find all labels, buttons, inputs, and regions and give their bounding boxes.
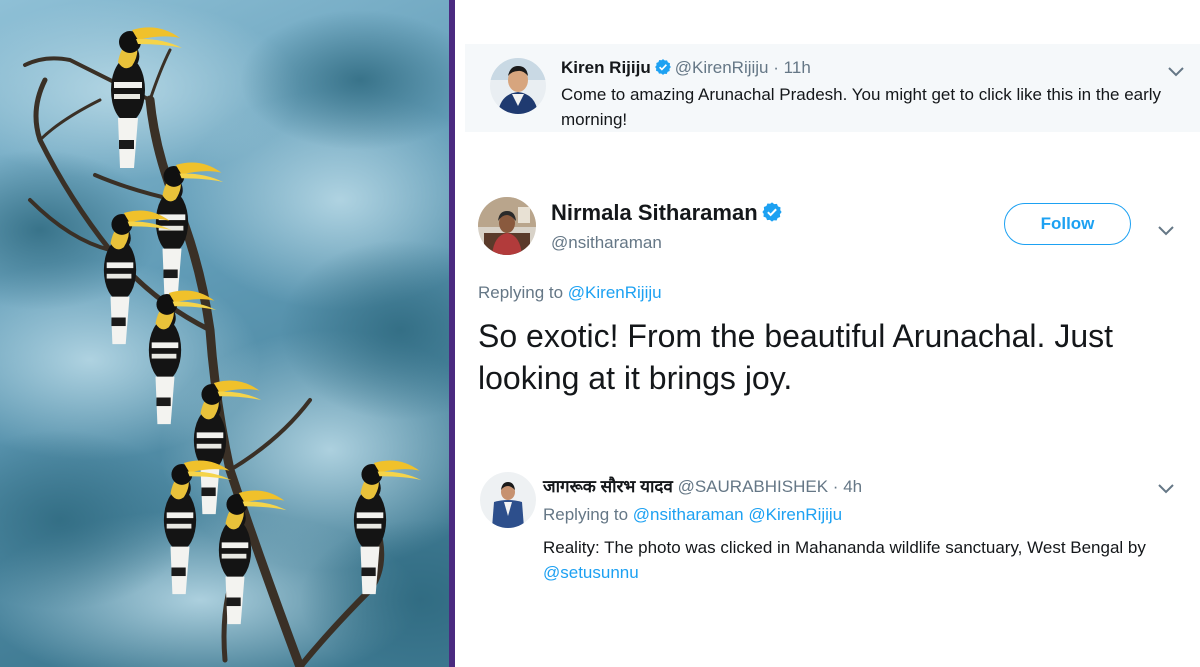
- chevron-down-icon[interactable]: [1168, 64, 1184, 82]
- tweet-time[interactable]: 11h: [784, 58, 811, 77]
- tweet-text: Come to amazing Arunachal Pradesh. You m…: [561, 85, 1162, 129]
- author-handle[interactable]: @SAURABHISHEK: [678, 477, 828, 496]
- hornbills-photo: [0, 0, 449, 667]
- separator-dot: ·: [832, 477, 839, 496]
- replying-to: Replying to @KirenRijiju: [478, 283, 662, 303]
- author-name[interactable]: जागरूक सौरभ यादव: [543, 477, 673, 496]
- avatar[interactable]: [480, 472, 536, 528]
- reply-mention-link[interactable]: @nsitharaman: [633, 505, 744, 524]
- verified-badge-icon: [654, 58, 672, 81]
- tweet-time[interactable]: 4h: [843, 477, 862, 496]
- avatar[interactable]: [478, 197, 536, 255]
- author-name[interactable]: Nirmala Sitharaman: [551, 200, 758, 225]
- chevron-down-icon[interactable]: [1158, 223, 1174, 241]
- tweet-text: Reality: The photo was clicked in Mahana…: [543, 535, 1183, 585]
- tweets-panel: Kiren Rijiju @KirenRijiju · 11h Come to a…: [455, 0, 1200, 667]
- verified-badge-icon: [761, 201, 783, 229]
- chevron-down-icon[interactable]: [1158, 481, 1174, 499]
- tweet1-header: Kiren Rijiju @KirenRijiju · 11h: [561, 58, 811, 81]
- tweet2-author: Nirmala Sitharaman: [551, 200, 786, 229]
- tweet-body: Reality: The photo was clicked in Mahana…: [543, 538, 1146, 557]
- reply-mention-link[interactable]: @KirenRijiju: [748, 505, 842, 524]
- replying-prefix: Replying to: [478, 283, 564, 302]
- avatar[interactable]: [490, 58, 546, 114]
- replying-prefix: Replying to: [543, 505, 629, 524]
- reply-mention-link[interactable]: @KirenRijiju: [568, 283, 662, 302]
- author-handle[interactable]: @nsitharaman: [551, 233, 662, 253]
- mention-link[interactable]: @setusunnu: [543, 563, 639, 582]
- author-handle[interactable]: @KirenRijiju: [675, 58, 769, 77]
- follow-button[interactable]: Follow: [1004, 203, 1131, 245]
- tweet3-header: जागरूक सौरभ यादव @SAURABHISHEK · 4h: [543, 474, 862, 497]
- tweet-kiren-rijiju[interactable]: Kiren Rijiju @KirenRijiju · 11h Come to a…: [465, 44, 1200, 132]
- tweet-text: So exotic! From the beautiful Arunachal.…: [478, 318, 1113, 396]
- author-name[interactable]: Kiren Rijiju: [561, 58, 651, 77]
- separator-dot: ·: [773, 58, 779, 77]
- replying-to: Replying to @nsitharaman @KirenRijiju: [543, 505, 842, 525]
